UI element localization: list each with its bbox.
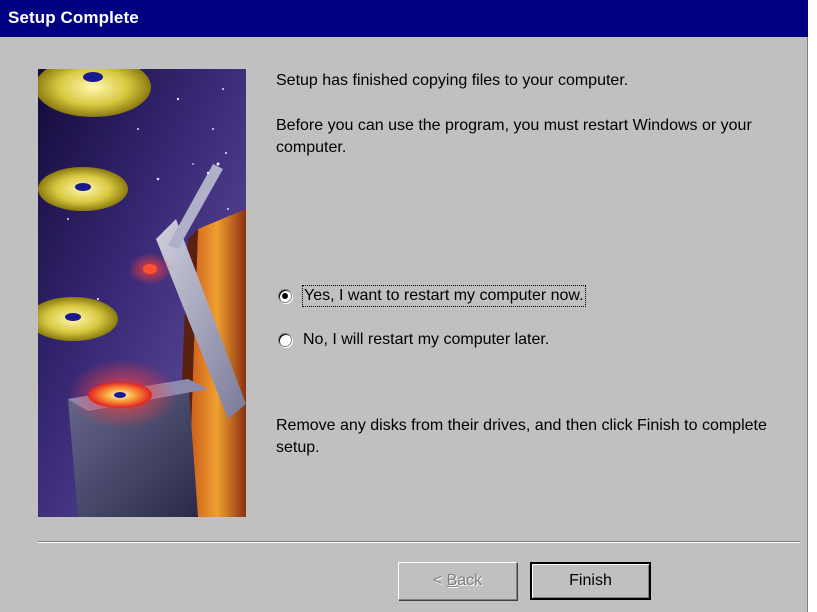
dialog-title: Setup Complete [8,8,139,27]
back-button-prefix: < [432,572,447,589]
remove-disks-message: Remove any disks from their drives, and … [276,417,767,456]
finish-button[interactable]: Finish [530,562,651,600]
setup-artwork-image [38,69,246,517]
radio-button-selected[interactable] [278,289,292,303]
radio-restart-later[interactable]: No, I will restart my computer later. [278,329,549,351]
back-button[interactable]: < Back [398,562,517,600]
back-button-rest: ack [457,572,483,589]
setup-complete-dialog: Setup Complete Setup has finished copyin… [0,0,808,612]
radio-restart-later-label[interactable]: No, I will restart my computer later. [303,330,549,350]
title-bar[interactable]: Setup Complete [0,0,808,37]
back-button-accelerator: B [446,572,458,589]
cd-artwork-illustration [38,69,246,517]
radio-restart-now-label[interactable]: Yes, I want to restart my computer now. [302,285,586,307]
button-separator [38,541,800,543]
restart-required-message: Before you can use the program, you must… [276,117,752,156]
radio-restart-now[interactable]: Yes, I want to restart my computer now. [278,285,586,307]
radio-button-unselected[interactable] [278,333,292,347]
radio-dot [282,293,288,299]
copy-finished-message: Setup has finished copying files to your… [276,72,629,89]
